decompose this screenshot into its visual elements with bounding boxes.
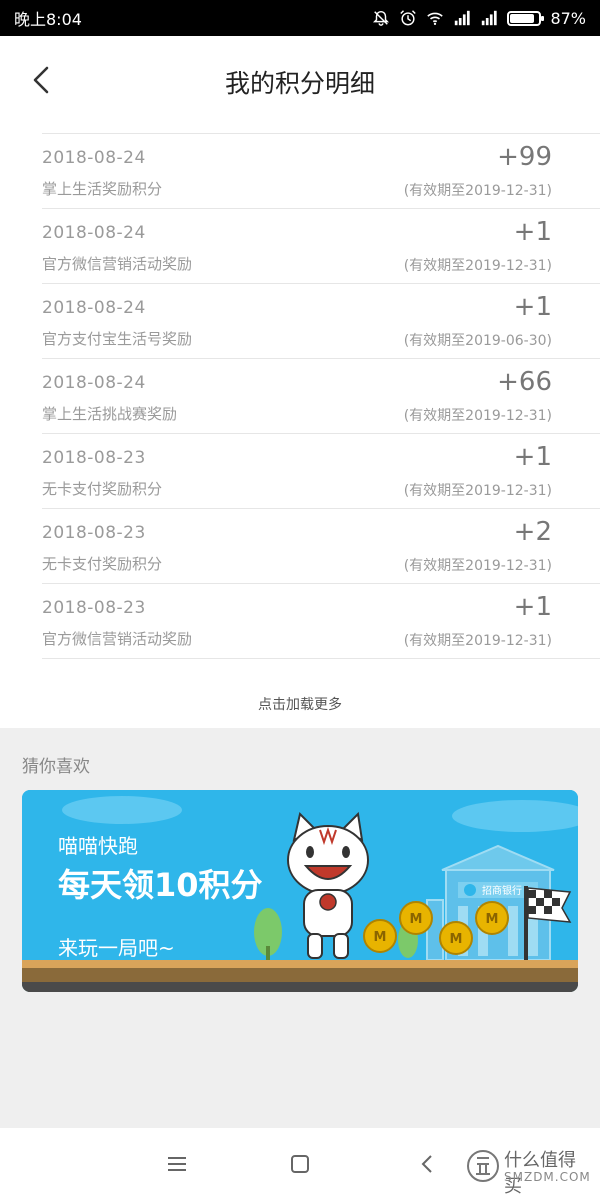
recommendation-title: 猜你喜欢 [22, 757, 90, 777]
status-time: 晚上8:04 [14, 10, 82, 29]
status-bar: 晚上8:04 87% [0, 0, 600, 36]
record-description: 无卡支付奖励积分 [42, 480, 163, 498]
record-validity: (有效期至2019-12-31) [403, 183, 552, 199]
record-points: +1 [513, 217, 552, 247]
points-record-list[interactable]: 掌上生活奖励积分 +1 (有效期至2019-12-31) 2018-08-24 掌上生活… [0, 92, 600, 692]
record-description: 官方微信营销活动奖励 [42, 630, 193, 648]
record-points: +1 [513, 292, 552, 322]
back-triangle-icon[interactable] [412, 1150, 442, 1178]
record-validity: (有效期至2019-06-30) [403, 333, 552, 349]
record-date: 2018-08-24 [42, 298, 146, 318]
record-date: 2018-08-23 [42, 448, 146, 468]
wifi-icon [427, 12, 444, 26]
page-title: 我的积分明细 [224, 69, 375, 98]
alarm-icon [400, 10, 417, 26]
points-record-row: 2018-08-24 掌上生活奖励积分 +99 (有效期至2019-12-31) [0, 134, 600, 209]
battery-icon [507, 10, 545, 26]
record-points: +66 [497, 367, 552, 397]
record-points: +1 [513, 442, 552, 472]
points-record-row: 2018-08-23 无卡支付奖励积分 +1 (有效期至2019-12-31) [0, 434, 600, 509]
record-description: 官方支付宝生活号奖励 [42, 330, 193, 348]
load-more-link[interactable]: 点击加载更多 [0, 694, 600, 714]
battery-fill [510, 13, 535, 23]
record-date: 2018-08-24 [42, 373, 146, 393]
row-divider [42, 658, 600, 659]
record-date: 2018-08-23 [42, 598, 146, 618]
watermark-logo-icon [467, 1150, 499, 1182]
banner-ground [22, 960, 578, 992]
svg-text:M: M [374, 930, 387, 945]
menu-icon[interactable] [162, 1150, 192, 1178]
home-square-icon[interactable] [285, 1150, 315, 1178]
banner-cta: 来玩一局吧~ [58, 936, 175, 960]
record-validity: (有效期至2019-12-31) [403, 483, 552, 499]
record-description: 掌上生活奖励积分 [42, 180, 163, 198]
points-record-row: 2018-08-24 掌上生活挑战赛奖励 +66 (有效期至2019-12-31) [0, 359, 600, 434]
record-date: 2018-08-24 [42, 148, 146, 168]
record-validity: (有效期至2019-12-31) [403, 558, 552, 574]
system-nav-bar: 什么值得买 SMZDM.COM [0, 1128, 600, 1200]
record-validity: (有效期至2019-12-31) [403, 258, 552, 274]
record-date: 2018-08-23 [42, 523, 146, 543]
points-record-row: 2018-08-23 官方微信营销活动奖励 +1 (有效期至2019-12-31) [0, 584, 600, 659]
record-points: +1 [513, 592, 552, 622]
svg-text:M: M [486, 912, 499, 927]
mute-bell-icon [373, 10, 390, 26]
watermark: 什么值得买 SMZDM.COM [466, 1140, 590, 1197]
points-record-row: 2018-08-24 官方支付宝生活号奖励 +1 (有效期至2019-06-30) [0, 284, 600, 359]
points-record-row: 2018-08-24 官方微信营销活动奖励 +1 (有效期至2019-12-31) [0, 209, 600, 284]
svg-text:M: M [450, 932, 463, 947]
battery-percent: 87% [550, 8, 586, 28]
record-points: +99 [497, 142, 552, 172]
recommendation-section: 猜你喜欢 招商银行 M M M M 喵喵快跑 每天领10积分 来玩一局吧~ [0, 728, 600, 1128]
svg-text:M: M [410, 912, 423, 927]
record-points: +2 [513, 517, 552, 547]
points-record-row: 2018-08-23 无卡支付奖励积分 +2 (有效期至2019-12-31) [0, 509, 600, 584]
record-date: 2018-08-24 [42, 223, 146, 243]
game-banner[interactable]: 招商银行 M M M M 喵喵快跑 每天领10积分 来玩一局吧~ [22, 790, 578, 992]
record-validity: (有效期至2019-12-31) [403, 408, 552, 424]
record-description: 掌上生活挑战赛奖励 [42, 405, 178, 423]
watermark-domain: SMZDM.COM [504, 1170, 591, 1184]
status-icons: 87% [372, 9, 586, 28]
record-validity: (有效期至2019-12-31) [403, 633, 552, 649]
signal-icon [455, 10, 471, 26]
banner-headline: 每天领10积分 [58, 866, 263, 904]
signal-icon-2 [482, 10, 498, 26]
bank-sign-text: 招商银行 [482, 884, 522, 897]
record-description: 无卡支付奖励积分 [42, 555, 163, 573]
banner-subtitle: 喵喵快跑 [58, 834, 138, 858]
page-header: 我的积分明细 [0, 36, 600, 124]
record-description: 官方微信营销活动奖励 [42, 255, 193, 273]
